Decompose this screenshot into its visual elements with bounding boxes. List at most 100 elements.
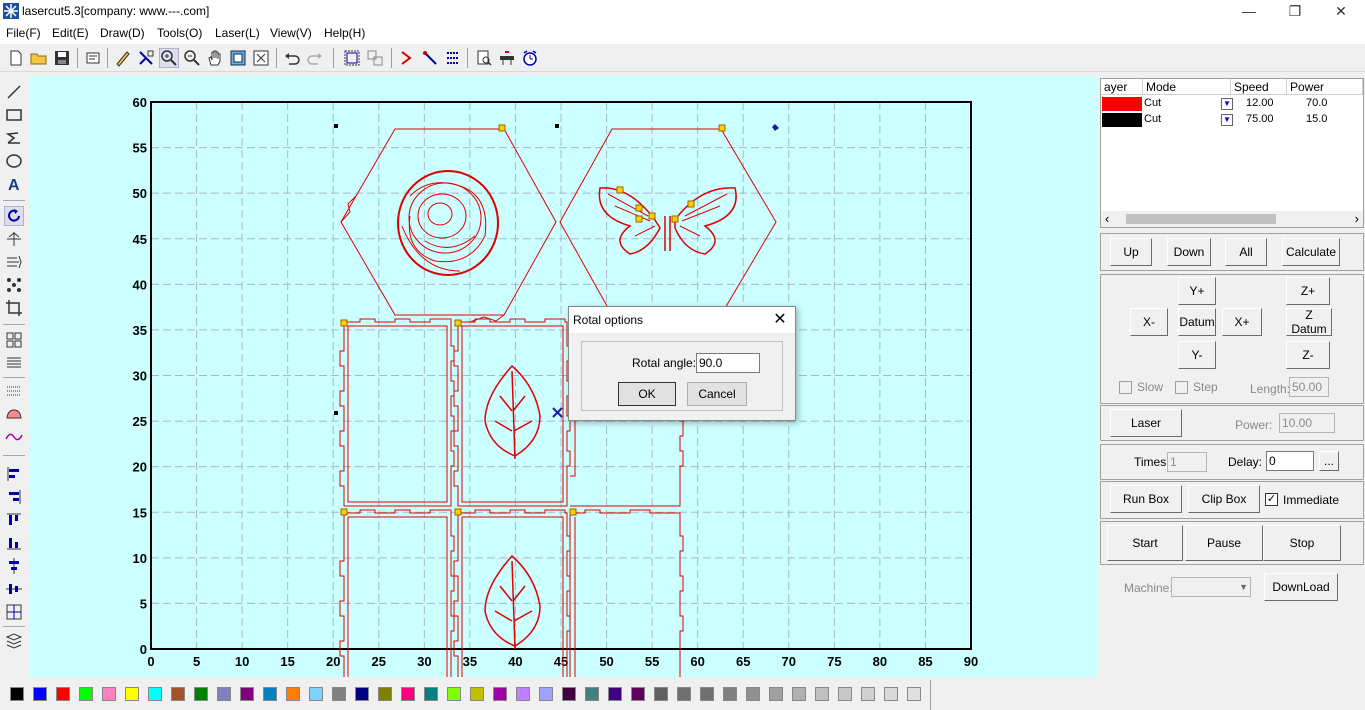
dotted-lines-icon[interactable]: [4, 381, 24, 401]
x-minus-button[interactable]: X-: [1130, 308, 1168, 336]
y-minus-button[interactable]: Y-: [1178, 341, 1216, 369]
menu-laser[interactable]: Laser(L): [215, 26, 260, 40]
palette-swatch[interactable]: [194, 687, 208, 701]
scroll-thumb[interactable]: [1126, 214, 1276, 224]
palette-swatch[interactable]: [424, 687, 438, 701]
palette-swatch[interactable]: [677, 687, 691, 701]
group-icon[interactable]: [342, 48, 362, 68]
col-layer[interactable]: ayer: [1101, 79, 1143, 95]
rotate-angle-input[interactable]: 90.0: [696, 353, 760, 373]
scroll-right-icon[interactable]: ›: [1355, 211, 1359, 226]
length-input[interactable]: 50.00: [1289, 377, 1329, 397]
laser-button[interactable]: Laser: [1110, 409, 1182, 437]
y-plus-button[interactable]: Y+: [1178, 277, 1216, 305]
rectangle-tool-icon[interactable]: [4, 105, 24, 125]
palette-swatch[interactable]: [148, 687, 162, 701]
crop-icon[interactable]: [4, 298, 24, 318]
zoom-fit-icon[interactable]: [251, 48, 271, 68]
palette-swatch[interactable]: [815, 687, 829, 701]
cancel-button[interactable]: Cancel: [687, 382, 747, 406]
z-minus-button[interactable]: Z-: [1286, 341, 1330, 369]
timer-icon[interactable]: [520, 48, 540, 68]
up-button[interactable]: Up: [1110, 238, 1152, 266]
zoom-page-icon[interactable]: [228, 48, 248, 68]
palette-swatch[interactable]: [562, 687, 576, 701]
slow-checkbox[interactable]: [1119, 381, 1132, 394]
palette-swatch[interactable]: [838, 687, 852, 701]
box-piece-upper-middle[interactable]: [453, 318, 571, 507]
datum-button[interactable]: Datum: [1178, 308, 1216, 336]
menu-help[interactable]: Help(H): [324, 26, 365, 40]
drawing-canvas[interactable]: 0 5 10 15 20 25 30 35 40 45 50 55 60 65 70 75 80 85 90 60 5…: [30, 76, 1097, 677]
palette-swatch[interactable]: [79, 687, 93, 701]
download-button[interactable]: DownLoad: [1264, 573, 1338, 601]
palette-swatch[interactable]: [493, 687, 507, 701]
start-point-icon[interactable]: [420, 48, 440, 68]
palette-swatch[interactable]: [861, 687, 875, 701]
box-piece-upper-left[interactable]: [339, 318, 455, 507]
cut-direction-icon[interactable]: [397, 48, 417, 68]
align-left-icon[interactable]: [4, 464, 24, 484]
mirror-vertical-icon[interactable]: [4, 252, 24, 272]
z-datum-button[interactable]: Z Datum: [1286, 308, 1332, 336]
path-order-icon[interactable]: [443, 48, 463, 68]
select-pen-icon[interactable]: [113, 48, 133, 68]
preview-icon[interactable]: [474, 48, 494, 68]
delay-input[interactable]: 0: [1266, 451, 1314, 471]
layer-row[interactable]: Cut ▼ 12.00 70.0: [1101, 96, 1363, 112]
palette-swatch[interactable]: [447, 687, 461, 701]
rotate-tool-icon[interactable]: [4, 206, 24, 226]
menu-edit[interactable]: Edit(E): [52, 26, 89, 40]
palette-swatch[interactable]: [102, 687, 116, 701]
palette-swatch[interactable]: [286, 687, 300, 701]
offset-shape-icon[interactable]: [4, 404, 24, 424]
zoom-out-icon[interactable]: [182, 48, 202, 68]
machine-select[interactable]: ▼: [1171, 577, 1251, 597]
align-top-icon[interactable]: [4, 510, 24, 530]
palette-swatch[interactable]: [33, 687, 47, 701]
align-right-icon[interactable]: [4, 487, 24, 507]
palette-swatch[interactable]: [263, 687, 277, 701]
menu-tools[interactable]: Tools(O): [157, 26, 202, 40]
new-file-icon[interactable]: [6, 48, 26, 68]
center-horizontal-icon[interactable]: [4, 579, 24, 599]
calculate-button[interactable]: Calculate: [1282, 238, 1340, 266]
minimize-button[interactable]: —: [1226, 0, 1272, 22]
menu-draw[interactable]: Draw(D): [100, 26, 145, 40]
palette-swatch[interactable]: [585, 687, 599, 701]
laser-settings-icon[interactable]: [497, 48, 517, 68]
redo-icon[interactable]: [305, 48, 325, 68]
import-icon[interactable]: [83, 48, 103, 68]
pause-button[interactable]: Pause: [1185, 525, 1263, 561]
close-button[interactable]: ✕: [1318, 0, 1364, 22]
save-icon[interactable]: [52, 48, 72, 68]
workspace-svg[interactable]: 0 5 10 15 20 25 30 35 40 45 50 55 60 65 70 75 80 85 90 605…: [30, 76, 1097, 677]
palette-swatch[interactable]: [309, 687, 323, 701]
palette-swatch[interactable]: [378, 687, 392, 701]
palette-swatch[interactable]: [746, 687, 760, 701]
layer-color-red[interactable]: [1102, 97, 1142, 111]
palette-swatch[interactable]: [10, 687, 24, 701]
hexagon-rose-piece[interactable]: [340, 124, 557, 323]
text-tool-icon[interactable]: A: [4, 174, 24, 194]
palette-swatch[interactable]: [240, 687, 254, 701]
mirror-horizontal-icon[interactable]: [4, 229, 24, 249]
times-input[interactable]: 1: [1167, 452, 1207, 472]
scroll-left-icon[interactable]: ‹: [1105, 211, 1109, 226]
polyline-tool-icon[interactable]: [4, 128, 24, 148]
chevron-down-icon[interactable]: ▼: [1239, 578, 1248, 596]
palette-swatch[interactable]: [792, 687, 806, 701]
node-edit-icon[interactable]: [136, 48, 156, 68]
palette-swatch[interactable]: [56, 687, 70, 701]
start-button[interactable]: Start: [1107, 525, 1183, 561]
curve-smooth-icon[interactable]: [4, 427, 24, 447]
palette-swatch[interactable]: [907, 687, 921, 701]
palette-swatch[interactable]: [516, 687, 530, 701]
x-plus-button[interactable]: X+: [1222, 308, 1262, 336]
col-mode[interactable]: Mode: [1143, 79, 1231, 95]
zoom-in-icon[interactable]: [159, 48, 179, 68]
palette-swatch[interactable]: [401, 687, 415, 701]
palette-swatch[interactable]: [631, 687, 645, 701]
palette-swatch[interactable]: [723, 687, 737, 701]
step-checkbox[interactable]: [1175, 381, 1188, 394]
